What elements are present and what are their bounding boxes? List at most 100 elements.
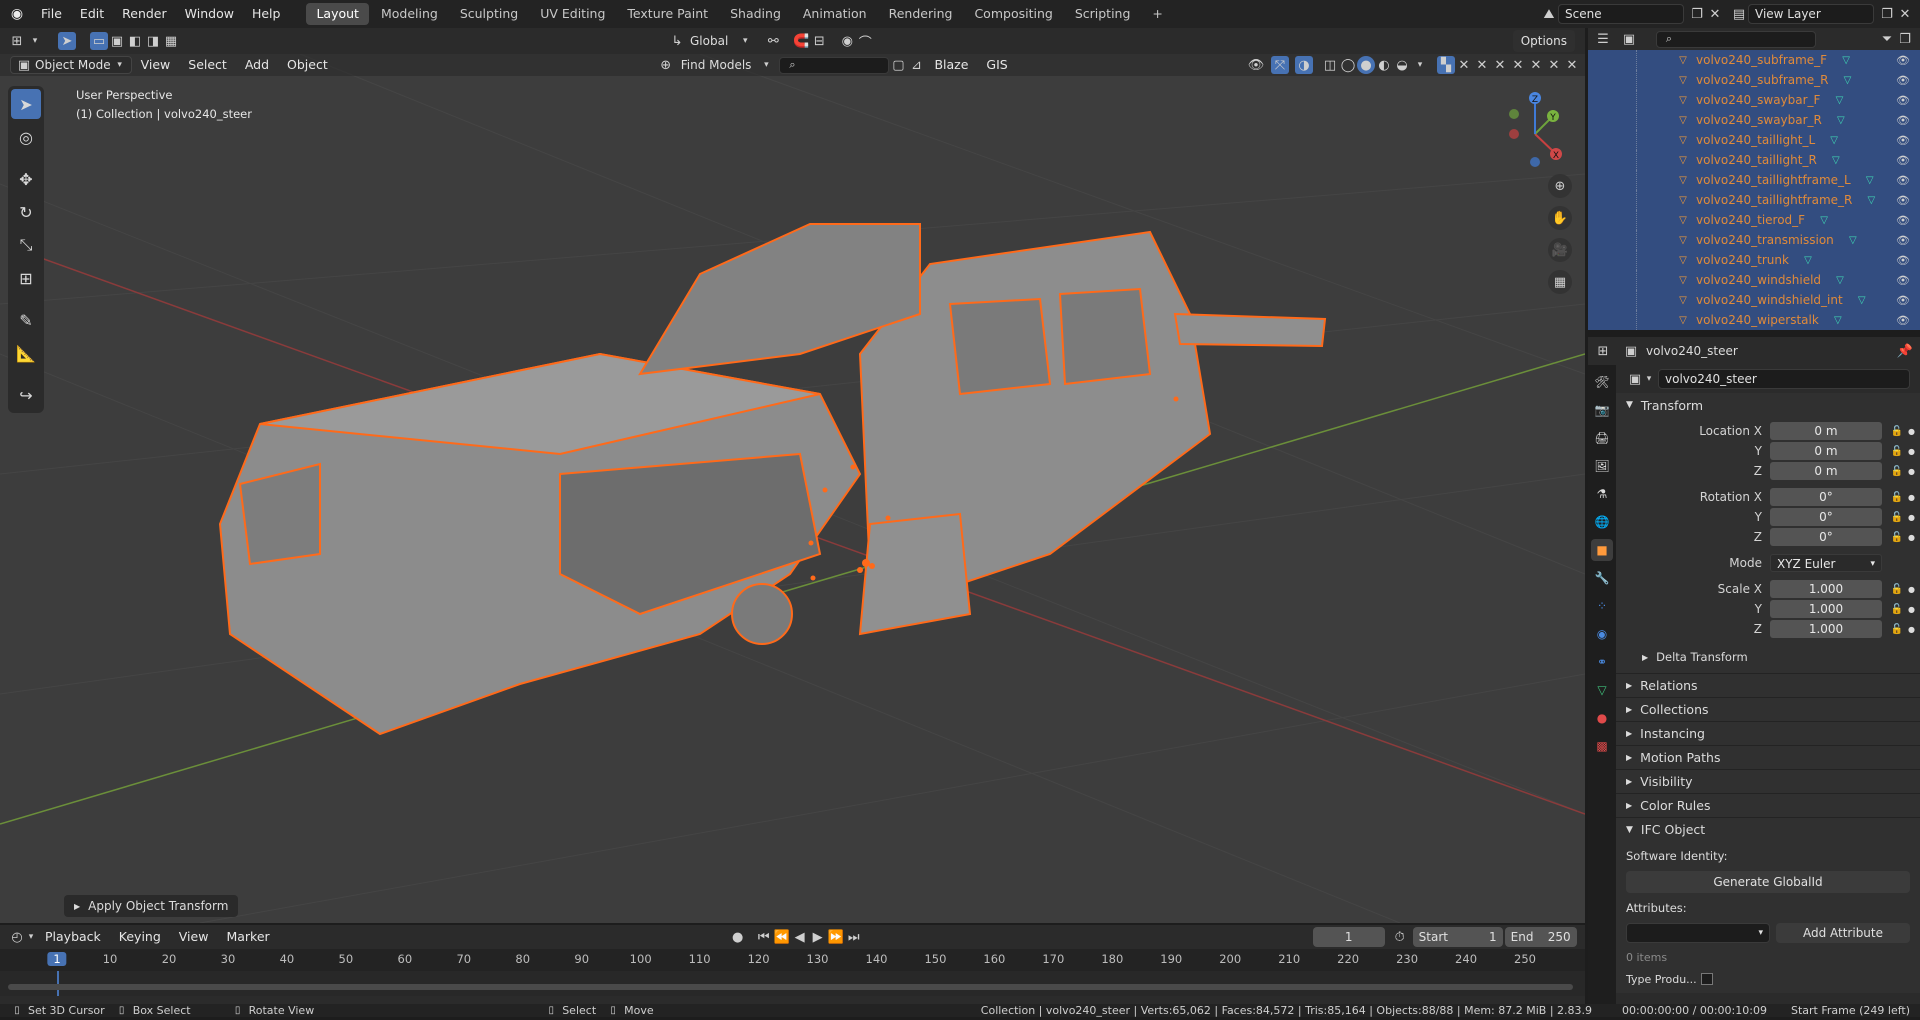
gis-menu[interactable]: GIS	[977, 54, 1016, 79]
chevron-down-icon[interactable]: ▾	[1411, 56, 1429, 74]
menu-timeline-view[interactable]: View	[170, 923, 218, 951]
lock-icon[interactable]: 🔓	[1888, 528, 1906, 546]
mesh-data-icon[interactable]: ▽	[1817, 211, 1831, 229]
tab-layout[interactable]: Layout	[306, 3, 369, 25]
location-y-field[interactable]: 0 m	[1770, 442, 1882, 460]
outliner-search-input[interactable]: ⌕	[1656, 30, 1816, 48]
eye-icon[interactable]: 👁	[1894, 71, 1912, 89]
properties-editor-icon[interactable]: ⊞	[1594, 342, 1612, 360]
end-frame-field[interactable]: End 250	[1504, 927, 1577, 947]
restrict-x-icon[interactable]: ✕	[1455, 56, 1473, 74]
menu-render[interactable]: Render	[113, 0, 176, 28]
stopwatch-icon[interactable]: ⏱	[1391, 928, 1409, 946]
tab-uv-editing[interactable]: UV Editing	[530, 3, 615, 25]
eye-icon[interactable]: 👁	[1894, 51, 1912, 69]
tab-texture-paint[interactable]: Texture Paint	[617, 3, 718, 25]
keyframe-dot-icon[interactable]: ●	[1908, 513, 1915, 522]
world-tab[interactable]: 🌐	[1591, 511, 1613, 533]
lock-icon[interactable]: 🔓	[1888, 422, 1906, 440]
chevron-down-icon[interactable]: ▾	[736, 32, 754, 50]
cursor-tool[interactable]: ◎	[11, 122, 41, 152]
wireframe-shading-icon[interactable]: ◯	[1339, 56, 1357, 74]
mesh-data-icon[interactable]: ▽	[1864, 191, 1878, 209]
scene-icon[interactable]: ⛰	[1540, 5, 1558, 23]
mode-selector[interactable]: ▣ Object Mode ▾	[10, 56, 132, 74]
collapsed-panel-header[interactable]: ▶ Instancing	[1616, 721, 1920, 745]
orientation-dropdown[interactable]: Global	[690, 34, 728, 48]
modifier-tab[interactable]: 🔧	[1591, 567, 1613, 589]
camera-icon[interactable]: 🎥	[1548, 238, 1572, 262]
rendered-shading-icon[interactable]: ◒	[1393, 56, 1411, 74]
object-type-icon[interactable]: ▣	[1626, 370, 1644, 388]
annotate-tool[interactable]: ✎	[11, 305, 41, 335]
scale-z-field[interactable]: 1.000	[1770, 620, 1882, 638]
mesh-data-icon[interactable]: ▽	[1834, 111, 1848, 129]
material-tab[interactable]: ●	[1591, 707, 1613, 729]
transform-panel-header[interactable]: ▼ Transform	[1616, 393, 1920, 417]
timeline-track-area[interactable]	[0, 971, 1585, 996]
3d-viewport[interactable]: ▣ Object Mode ▾ View Select Add Object ⊕…	[0, 54, 1585, 923]
perspective-grid-icon[interactable]: ▦	[1548, 270, 1572, 294]
menu-view[interactable]: View	[132, 54, 180, 79]
physics-tab[interactable]: ◉	[1591, 623, 1613, 645]
new-scene-icon[interactable]: ❐	[1688, 5, 1706, 23]
jump-start-icon[interactable]: ⏮	[755, 928, 773, 946]
output-tab[interactable]: 🖨	[1591, 427, 1613, 449]
object-name-input[interactable]: volvo240_steer	[1658, 369, 1910, 389]
link-icon[interactable]: ⊿	[907, 56, 925, 74]
tab-rendering[interactable]: Rendering	[879, 3, 963, 25]
outliner-item[interactable]: ▽ volvo240_taillightframe_L ▽ 👁	[1588, 170, 1920, 190]
xray-icon[interactable]: ◫	[1321, 56, 1339, 74]
blender-logo-icon[interactable]: ◉	[8, 5, 26, 23]
keyframe-dot-icon[interactable]: ●	[1908, 625, 1915, 634]
play-reverse-icon[interactable]: ◀	[791, 928, 809, 946]
extra-tool[interactable]: ↪	[11, 380, 41, 410]
editor-type-icon[interactable]: ⊞	[8, 32, 26, 50]
menu-file[interactable]: File	[32, 0, 71, 28]
eye-icon[interactable]: 👁	[1894, 291, 1912, 309]
display-mode-icon[interactable]: ▣	[1620, 30, 1638, 48]
menu-object[interactable]: Object	[278, 54, 337, 79]
lock-icon[interactable]: 🔓	[1888, 488, 1906, 506]
type-product-field[interactable]	[1700, 973, 1713, 985]
scale-y-field[interactable]: 1.000	[1770, 600, 1882, 618]
zoom-icon[interactable]: ⊕	[1548, 174, 1572, 198]
outliner-item[interactable]: ▽ volvo240_taillight_L ▽ 👁	[1588, 130, 1920, 150]
tab-animation[interactable]: Animation	[793, 3, 877, 25]
collapsed-panel-header[interactable]: ▶ Relations	[1616, 673, 1920, 697]
location-x-field[interactable]: 0 m	[1770, 422, 1882, 440]
move-tool[interactable]: ✥	[11, 164, 41, 194]
mesh-data-icon[interactable]: ▽	[1827, 131, 1841, 149]
menu-marker[interactable]: Marker	[217, 923, 278, 951]
particles-tab[interactable]: ⁘	[1591, 595, 1613, 617]
select-mode-new-icon[interactable]: ▭	[90, 32, 108, 50]
outliner-item[interactable]: ▽ volvo240_windshield_int ▽ 👁	[1588, 290, 1920, 310]
location-z-field[interactable]: 0 m	[1770, 462, 1882, 480]
scene-tab[interactable]: ⚗	[1591, 483, 1613, 505]
ifc-object-panel-header[interactable]: ▼ IFC Object	[1616, 817, 1920, 841]
generate-globalid-button[interactable]: Generate GlobalId	[1626, 871, 1910, 893]
rotation-y-field[interactable]: 0°	[1770, 508, 1882, 526]
outliner-item[interactable]: ▽ volvo240_taillightframe_R ▽ 👁	[1588, 190, 1920, 210]
scale-x-field[interactable]: 1.000	[1770, 580, 1882, 598]
restrict-x-icon[interactable]: ✕	[1509, 56, 1527, 74]
options-dropdown[interactable]: Options	[1512, 30, 1575, 52]
new-collection-icon[interactable]: ❐	[1896, 30, 1914, 48]
lock-icon[interactable]: 🔓	[1888, 462, 1906, 480]
chevron-down-icon[interactable]: ▾	[26, 928, 36, 946]
eye-icon[interactable]: 👁	[1894, 311, 1912, 329]
outliner-item[interactable]: ▽ volvo240_swaybar_F ▽ 👁	[1588, 90, 1920, 110]
playhead-frame-label[interactable]: 1	[47, 952, 67, 966]
mesh-data-icon[interactable]: ▽	[1839, 51, 1853, 69]
mesh-data-icon[interactable]: ▽	[1801, 251, 1815, 269]
lock-icon[interactable]: 🔓	[1888, 508, 1906, 526]
menu-add[interactable]: Add	[236, 54, 278, 79]
play-icon[interactable]: ▶	[809, 928, 827, 946]
collapsed-panel-header[interactable]: ▶ Collections	[1616, 697, 1920, 721]
select-mode-intersect-icon[interactable]: ▦	[162, 32, 180, 50]
tab-shading[interactable]: Shading	[720, 3, 791, 25]
lock-icon[interactable]: 🔓	[1888, 580, 1906, 598]
menu-help[interactable]: Help	[243, 0, 290, 28]
timeline-scrollbar[interactable]	[8, 984, 1573, 990]
outliner-item[interactable]: ▽ volvo240_trunk ▽ 👁	[1588, 250, 1920, 270]
